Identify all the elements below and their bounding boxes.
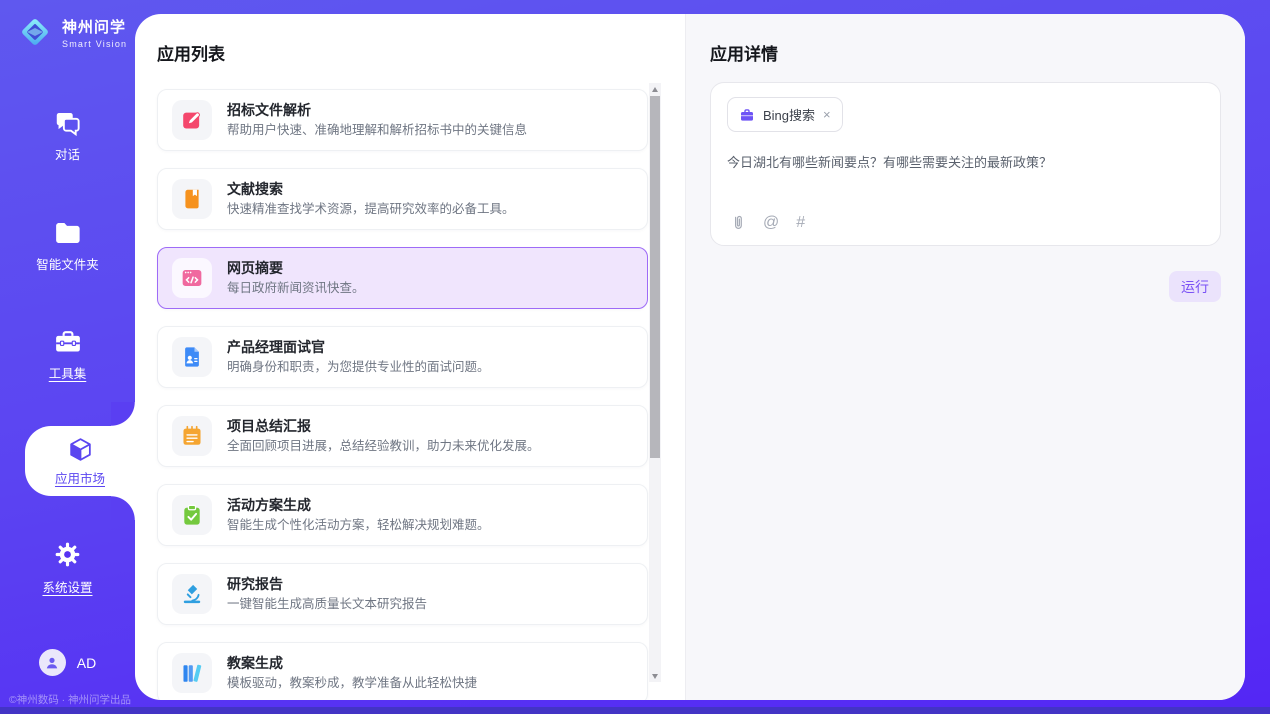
app-card-desc: 快速精准查找学术资源，提高研究效率的必备工具。: [227, 203, 515, 216]
app-list-panel: 应用列表 招标文件解析 帮助用户快速、准确地理解和解析招标书中的关键信息: [135, 14, 685, 700]
sidebar-footer: ©神州数码 · 神州问学出品: [0, 692, 140, 707]
app-card-desc: 明确身份和职责，为您提供专业性的面试问题。: [227, 361, 490, 374]
app-list-title: 应用列表: [157, 40, 685, 65]
webpage-code-icon: [172, 258, 212, 298]
sidebar-item-label: 工具集: [49, 363, 87, 382]
sidebar-item-app-market[interactable]: 应用市场: [25, 426, 135, 496]
cube-icon: [67, 436, 94, 463]
interview-doc-icon: [172, 337, 212, 377]
tag-close-icon[interactable]: ×: [823, 108, 831, 121]
app-card-literature-search[interactable]: 文献搜索 快速精准查找学术资源，提高研究效率的必备工具。: [157, 168, 648, 230]
paperclip-icon[interactable]: [729, 214, 746, 231]
user-avatar[interactable]: [39, 649, 66, 676]
person-icon: [44, 655, 60, 671]
sidebar: 神州问学 Smart Vision 对话 智能文件夹 工具集: [0, 0, 135, 714]
sidebar-item-label: 应用市场: [55, 468, 105, 487]
note-icon: [172, 416, 212, 456]
app-detail-title: 应用详情: [710, 40, 1221, 65]
app-card-research-report[interactable]: 研究报告 一键智能生成高质量长文本研究报告: [157, 563, 648, 625]
app-card-lesson-plan[interactable]: 教案生成 模板驱动，教案秒成，教学准备从此轻松快捷: [157, 642, 648, 700]
clipboard-check-icon: [172, 495, 212, 535]
app-card-title: 产品经理面试官: [227, 340, 490, 354]
app-card-title: 招标文件解析: [227, 103, 527, 117]
book-icon: [172, 179, 212, 219]
user-row: AD: [0, 649, 135, 676]
tool-tag-bing-search: Bing搜索 ×: [727, 97, 843, 132]
attach-toolbar: @ #: [729, 214, 805, 231]
briefcase-icon: [739, 107, 755, 123]
brand-logo: 神州问学 Smart Vision: [16, 13, 127, 51]
app-card-desc: 模板驱动，教案秒成，教学准备从此轻松快捷: [227, 677, 477, 690]
app-card-web-summary[interactable]: 网页摘要 每日政府新闻资讯快查。: [157, 247, 648, 309]
app-card-pm-interviewer[interactable]: 产品经理面试官 明确身份和职责，为您提供专业性的面试问题。: [157, 326, 648, 388]
sidebar-item-smart-folder[interactable]: 智能文件夹: [0, 220, 135, 273]
brand-tagline: Smart Vision: [62, 39, 127, 49]
content-shell: 应用列表 招标文件解析 帮助用户快速、准确地理解和解析招标书中的关键信息: [135, 14, 1245, 700]
hash-icon[interactable]: #: [796, 215, 805, 231]
app-card-event-plan[interactable]: 活动方案生成 智能生成个性化活动方案，轻松解决规划难题。: [157, 484, 648, 546]
app-card-desc: 智能生成个性化活动方案，轻松解决规划难题。: [227, 519, 490, 532]
tool-tag-label: Bing搜索: [763, 105, 815, 124]
folder-icon: [53, 220, 83, 246]
prompt-card: Bing搜索 × 今日湖北有哪些新闻要点？有哪些需要关注的最新政策？ @ #: [710, 82, 1221, 246]
scroll-up-arrow[interactable]: [649, 83, 661, 95]
toolbox-icon: [53, 328, 83, 355]
chat-icon: [53, 110, 83, 136]
list-scrollbar[interactable]: [649, 83, 661, 682]
diamond-logo-icon: [16, 13, 54, 51]
mention-at-icon[interactable]: @: [763, 215, 779, 231]
app-card-desc: 帮助用户快速、准确地理解和解析招标书中的关键信息: [227, 124, 527, 137]
scroll-thumb[interactable]: [650, 96, 660, 458]
app-card-title: 网页摘要: [227, 261, 365, 275]
scroll-down-arrow[interactable]: [649, 670, 661, 682]
microscope-icon: [172, 574, 212, 614]
sidebar-item-chat[interactable]: 对话: [0, 110, 135, 163]
app-card-bid-parse[interactable]: 招标文件解析 帮助用户快速、准确地理解和解析招标书中的关键信息: [157, 89, 648, 151]
app-card-list: 招标文件解析 帮助用户快速、准确地理解和解析招标书中的关键信息 文献搜索 快速精…: [157, 89, 648, 700]
app-card-desc: 一键智能生成高质量长文本研究报告: [227, 598, 427, 611]
sidebar-item-label: 系统设置: [42, 577, 92, 596]
books-icon: [172, 653, 212, 693]
app-card-desc: 全面回顾项目进展，总结经验教训，助力未来优化发展。: [227, 440, 540, 453]
app-card-title: 文献搜索: [227, 182, 515, 196]
sidebar-item-label: 智能文件夹: [36, 254, 99, 273]
app-card-project-summary[interactable]: 项目总结汇报 全面回顾项目进展，总结经验教训，助力未来优化发展。: [157, 405, 648, 467]
sidebar-item-label: 对话: [55, 144, 80, 163]
app-detail-panel: 应用详情 Bing搜索 × 今日湖北有哪些新闻要点？有哪些需要关注的最新政策？ …: [685, 14, 1245, 700]
app-card-desc: 每日政府新闻资讯快查。: [227, 282, 365, 295]
sidebar-item-settings[interactable]: 系统设置: [0, 540, 135, 596]
run-button[interactable]: 运行: [1169, 271, 1221, 302]
bottom-strip: [0, 707, 1270, 714]
app-card-title: 教案生成: [227, 656, 477, 670]
brand-name: 神州问学: [62, 16, 127, 37]
edit-square-icon: [172, 100, 212, 140]
app-card-title: 研究报告: [227, 577, 427, 591]
sidebar-item-toolset[interactable]: 工具集: [0, 328, 135, 382]
app-card-title: 项目总结汇报: [227, 419, 540, 433]
gear-icon: [53, 540, 82, 569]
user-name: AD: [77, 655, 96, 671]
prompt-input[interactable]: 今日湖北有哪些新闻要点？有哪些需要关注的最新政策？: [727, 152, 1204, 171]
app-card-title: 活动方案生成: [227, 498, 490, 512]
